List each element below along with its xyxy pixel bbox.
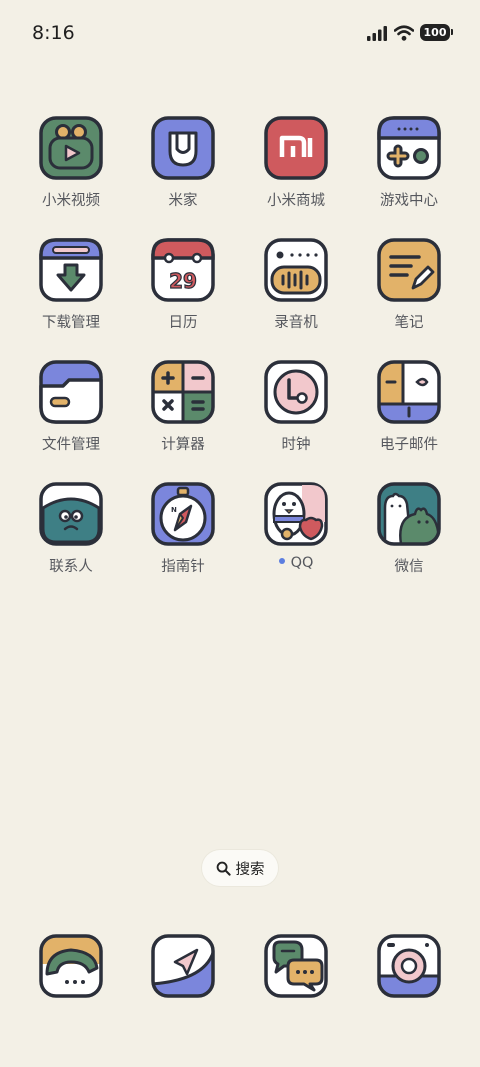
recorder-icon [264,238,328,302]
app-file-manager[interactable]: 文件管理 [21,360,121,454]
app-label: 笔记 [394,315,424,331]
dock-camera[interactable] [359,934,459,998]
folder-icon [39,360,103,424]
app-clock[interactable]: 时钟 [246,360,346,454]
mi-video-icon [39,116,103,180]
app-label: 小米商城 [267,193,325,209]
app-label-text: QQ [290,555,314,571]
search-icon [216,861,231,876]
signal-icon [367,25,387,41]
app-mi-video[interactable]: 小米视频 [21,116,121,210]
app-label: 电子邮件 [380,437,438,453]
app-label: 下载管理 [42,315,100,331]
status-icons: 100 [366,24,453,41]
app-compass[interactable]: N 指南针 [133,482,233,576]
battery-icon: 100 [420,24,453,41]
clock-icon [264,360,328,424]
app-label: 录音机 [274,315,318,331]
app-label: 时钟 [281,437,311,453]
browser-icon [151,934,215,998]
app-notes[interactable]: 笔记 [359,238,459,332]
app-mi-store[interactable]: 小米商城 [246,116,346,210]
search-button[interactable]: 搜索 [202,850,278,886]
mi-store-icon [264,116,328,180]
qq-icon [264,482,328,546]
dock-phone[interactable] [21,934,121,998]
app-label: 计算器 [161,437,205,453]
app-contacts[interactable]: 联系人 [21,482,121,576]
app-mi-home[interactable]: 米家 [133,116,233,210]
mi-home-icon [151,116,215,180]
game-center-icon [377,116,441,180]
app-label: 文件管理 [42,437,100,453]
app-label: 联系人 [49,559,93,575]
new-indicator-dot [278,558,285,564]
app-calendar[interactable]: 29 日历 [133,238,233,332]
dock-messages[interactable] [246,934,346,998]
email-icon [377,360,441,424]
calendar-icon: 29 [151,238,215,302]
app-label: 指南针 [161,559,205,575]
notes-icon [377,238,441,302]
messages-icon [264,934,328,998]
app-label: 日历 [168,315,198,331]
app-email[interactable]: 电子邮件 [359,360,459,454]
app-label: 游戏中心 [380,193,438,209]
dock-browser[interactable] [133,934,233,998]
status-time: 8:16 [32,22,75,44]
contacts-icon [39,482,103,546]
app-game-center[interactable]: 游戏中心 [359,116,459,210]
app-label: QQ [246,555,346,571]
app-label: 微信 [394,559,424,575]
app-wechat[interactable]: 微信 [359,482,459,576]
camera-icon [377,934,441,998]
search-label: 搜索 [235,861,265,878]
phone-icon [39,934,103,998]
app-recorder[interactable]: 录音机 [246,238,346,332]
wifi-icon [394,24,414,41]
wechat-icon [377,482,441,546]
app-label: 小米视频 [42,193,100,209]
app-qq[interactable]: QQ [246,482,346,571]
download-manager-icon [39,238,103,302]
app-calculator[interactable]: 计算器 [133,360,233,454]
calendar-date: 29 [169,269,197,293]
calculator-icon [151,360,215,424]
status-bar: 8:16 100 [0,0,480,66]
app-label: 米家 [168,193,198,209]
compass-icon: N [151,482,215,546]
compass-north-label: N [171,506,177,514]
app-download-manager[interactable]: 下载管理 [21,238,121,332]
